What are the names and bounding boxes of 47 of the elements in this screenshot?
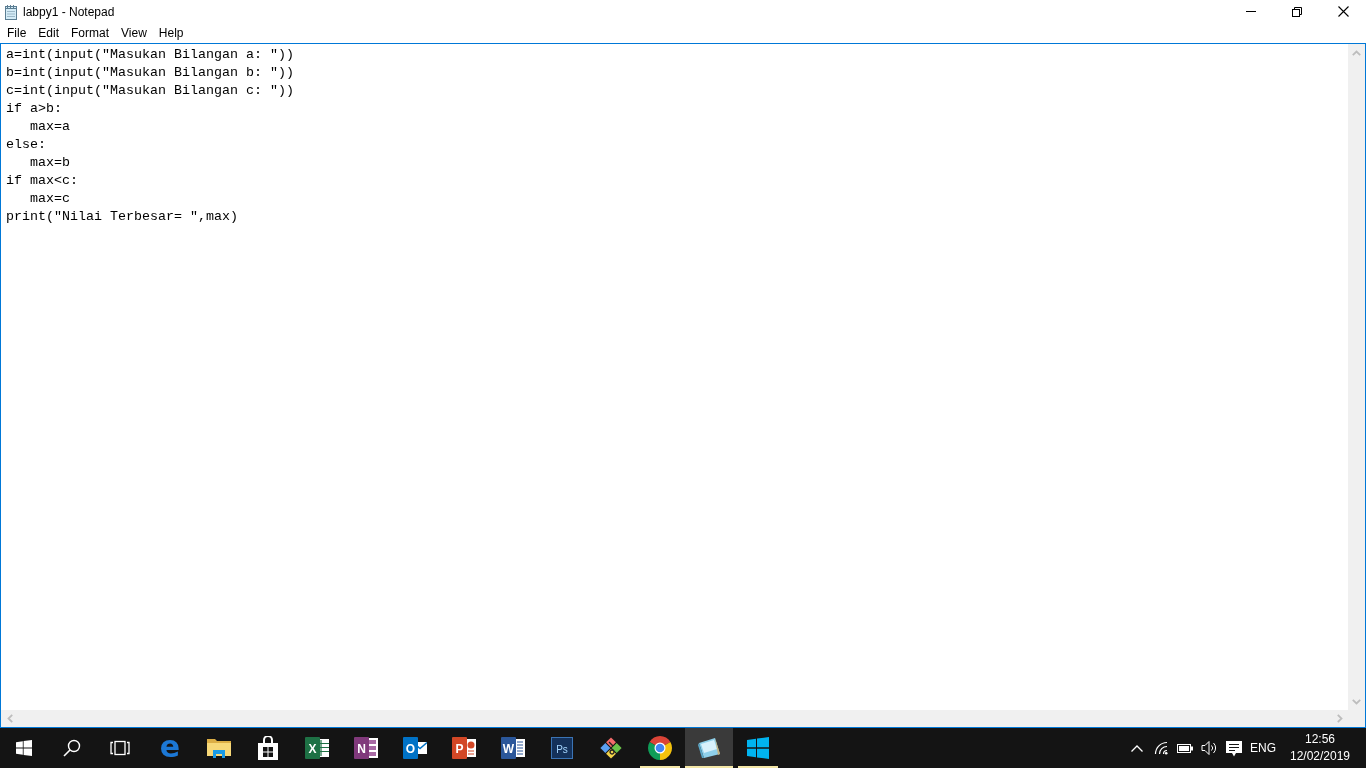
code-line: print("Nilai Terbesar= ",max) (6, 208, 238, 226)
taskbar-app-button[interactable]: P (440, 728, 488, 768)
menu-item[interactable]: Edit (32, 23, 66, 43)
notepad-icon (697, 737, 721, 759)
language-button[interactable]: ENG (1247, 728, 1279, 768)
close-icon (1337, 6, 1349, 17)
menu-item[interactable]: View (115, 23, 153, 43)
text-area[interactable]: a=int(input("Masukan Bilangan a: ")) b=int(input("Masukan Bilangan b: ")) c=int(input("Masukan Bilangan c: ")) if a>b: max=a else: max=b if max<c: max=c print("Nilai Terbesar= ",max) (0, 43, 1366, 728)
code-line: max=a (29, 118, 70, 136)
task-view-icon (110, 740, 130, 756)
restore-icon (1292, 6, 1302, 17)
taskbar-app-button[interactable]: W (489, 728, 537, 768)
code-line: max=c (29, 190, 70, 208)
wifi-icon (1154, 741, 1168, 755)
taskbar-app-button[interactable]: N (342, 728, 390, 768)
search-icon (63, 739, 81, 757)
taskbar-app-button[interactable]: X (293, 728, 341, 768)
windows-start-icon (16, 740, 32, 756)
ps-tile-icon: Ps (551, 737, 573, 759)
taskbar-app-button[interactable]: O (391, 728, 439, 768)
taskbar-app-button[interactable]: Ps (538, 728, 586, 768)
windows-logo-icon (747, 737, 769, 759)
circle-logo-icon (648, 736, 672, 760)
code-line: if max<c: (6, 172, 78, 190)
code-line: a=int(input("Masukan Bilangan a: ")) (6, 46, 294, 64)
battery-icon (1177, 743, 1193, 753)
notepad-icon (3, 3, 19, 20)
taskbar-app-button[interactable]: e (146, 728, 194, 768)
chevron-up-icon (1131, 744, 1143, 752)
window-title: labpy1 - Notepad (23, 3, 115, 21)
code-line: else: (6, 136, 46, 154)
speaker-icon (1201, 740, 1217, 756)
code-line: max=b (29, 154, 70, 172)
shopping-bag-icon (257, 736, 279, 760)
e-logo-icon: e (159, 736, 181, 760)
clock-button[interactable]: 12:56 12/02/2019 (1279, 728, 1361, 768)
code-line: b=int(input("Masukan Bilangan b: ")) (6, 64, 294, 82)
taskbar-app-button[interactable] (685, 728, 733, 768)
code-line: if a>b: (6, 100, 62, 118)
minimize-icon (1246, 11, 1256, 12)
code-line: c=int(input("Masukan Bilangan c: ")) (6, 82, 294, 100)
diamond-icon (599, 736, 623, 760)
menu-item[interactable]: Format (65, 23, 116, 43)
menu-item[interactable]: Help (152, 23, 190, 43)
message-icon (1225, 739, 1243, 757)
menu-item[interactable]: File (1, 23, 33, 43)
folder-icon (207, 738, 231, 758)
